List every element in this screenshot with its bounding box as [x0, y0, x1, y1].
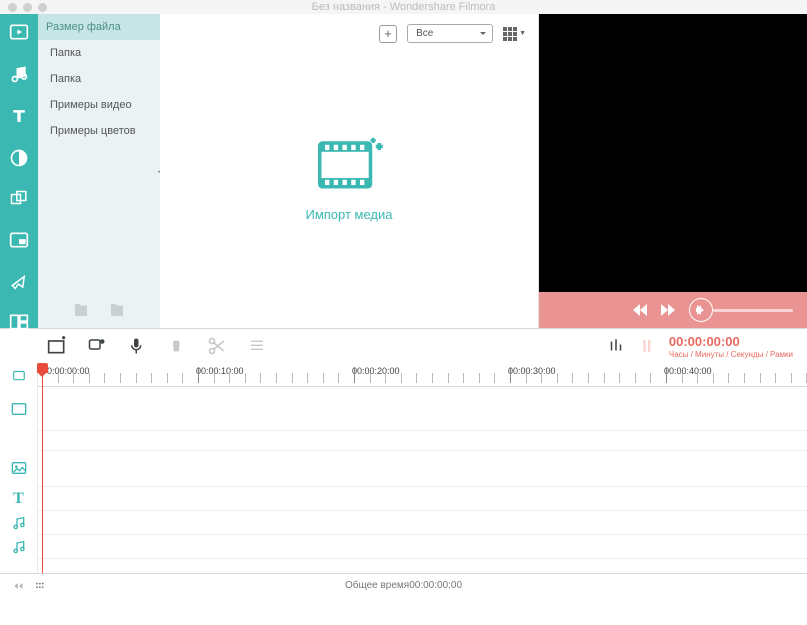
text-tab-icon[interactable] — [8, 106, 30, 126]
timecode-value: 00:00:00:00 — [669, 334, 793, 349]
timeline: T 00:00:00:00 00:00:10:00 00:00:20:00 00… — [0, 363, 807, 573]
audio-track-1[interactable] — [38, 511, 807, 535]
total-time: Общее время00:00:00:00 — [345, 580, 462, 591]
preview-screen[interactable] — [539, 14, 807, 292]
record-icon[interactable] — [86, 336, 108, 356]
total-time-label: Общее время — [345, 580, 409, 591]
tool-sidebar — [0, 14, 38, 328]
audio-track-1-icon[interactable] — [0, 511, 37, 535]
transitions-tab-icon[interactable] — [8, 190, 30, 208]
file-panel: Размер файла Папка Папка Примеры видео П… — [38, 14, 160, 328]
settings-icon — [246, 336, 268, 356]
ruler-label: 00:00:00:00 — [42, 366, 90, 376]
panel-item-samples-video[interactable]: Примеры видео — [38, 92, 160, 118]
music-tab-icon[interactable] — [8, 64, 30, 84]
color-tab-icon[interactable] — [8, 148, 30, 168]
text-track-icon[interactable]: T — [0, 487, 37, 511]
timeline-view-icon[interactable] — [637, 336, 659, 356]
ruler-label: 00:00:40:00 — [664, 366, 712, 376]
video-track-icon[interactable] — [0, 387, 37, 431]
voiceover-icon[interactable] — [126, 336, 148, 356]
image-track[interactable] — [38, 451, 807, 487]
panel-header: Размер файла — [38, 14, 160, 40]
panel-item-folder2[interactable]: Папка — [38, 66, 160, 92]
preview-panel — [539, 14, 807, 328]
import-media-label: Импорт медиа — [305, 207, 392, 222]
panel-item-samples-color[interactable]: Примеры цветов — [38, 118, 160, 144]
filter-select[interactable]: Все — [407, 24, 493, 43]
audio-track-2-icon[interactable] — [0, 535, 37, 559]
view-grid-button[interactable]: ▼ — [503, 27, 526, 41]
timecode-sublabel: Часы / Минуты / Секунды / Рамки — [669, 350, 793, 359]
time-ruler[interactable]: 00:00:00:00 00:00:10:00 00:00:20:00 00:0… — [38, 363, 807, 387]
delete-folder-icon[interactable] — [108, 300, 126, 320]
media-toolbar: + Все ▼ — [379, 24, 526, 43]
import-media-icon — [314, 134, 384, 194]
top-area: Размер файла Папка Папка Примеры видео П… — [0, 14, 807, 328]
image-track-icon[interactable] — [0, 449, 37, 487]
text-track[interactable] — [38, 487, 807, 511]
zoom-out-icon[interactable] — [12, 579, 26, 593]
video-track[interactable] — [38, 387, 807, 431]
volume-control[interactable] — [695, 304, 793, 316]
timecode-display: 00:00:00:00 Часы / Минуты / Секунды / Ра… — [669, 334, 793, 359]
volume-slider[interactable] — [713, 309, 793, 312]
audio-track-2[interactable] — [38, 535, 807, 559]
lock-track-icon[interactable] — [0, 363, 37, 387]
volume-icon — [695, 304, 707, 316]
tracks-area[interactable]: 00:00:00:00 00:00:10:00 00:00:20:00 00:0… — [38, 363, 807, 573]
pip-tab-icon[interactable] — [8, 230, 30, 250]
timeline-toolbar: 00:00:00:00 Часы / Минуты / Секунды / Ра… — [0, 329, 807, 363]
effects-tab-icon[interactable] — [8, 272, 30, 290]
filter-select-value: Все — [416, 28, 433, 39]
playhead[interactable] — [42, 363, 43, 573]
import-media-button[interactable]: Импорт медиа — [305, 134, 392, 222]
preview-controls — [539, 292, 807, 328]
next-frame-icon[interactable] — [661, 304, 675, 316]
ruler-label: 00:00:10:00 — [196, 366, 244, 376]
delete-icon — [166, 336, 188, 356]
add-media-button[interactable]: + — [379, 25, 397, 43]
statusbar: Общее время00:00:00:00 — [0, 573, 807, 597]
zoom-menu-icon[interactable] — [34, 579, 48, 593]
ruler-label: 00:00:20:00 — [352, 366, 400, 376]
panel-item-folder1[interactable]: Папка — [38, 40, 160, 66]
ruler-label: 00:00:30:00 — [508, 366, 556, 376]
prev-frame-icon[interactable] — [633, 304, 647, 316]
split-clip-icon — [206, 336, 228, 356]
titlebar: Без названия - Wondershare Filmora — [0, 0, 807, 14]
total-time-value: 00:00:00:00 — [409, 580, 462, 591]
track-header: T — [0, 363, 38, 573]
media-tab-icon[interactable] — [8, 22, 30, 42]
new-folder-icon[interactable] — [72, 300, 90, 320]
overlay-track[interactable] — [38, 431, 807, 451]
panel-footer — [38, 300, 160, 320]
audio-mix-icon[interactable] — [605, 336, 627, 356]
window-title: Без названия - Wondershare Filmora — [0, 1, 807, 13]
add-marker-icon[interactable] — [46, 336, 68, 356]
media-library: + Все ▼ Импорт медиа — [160, 14, 539, 328]
